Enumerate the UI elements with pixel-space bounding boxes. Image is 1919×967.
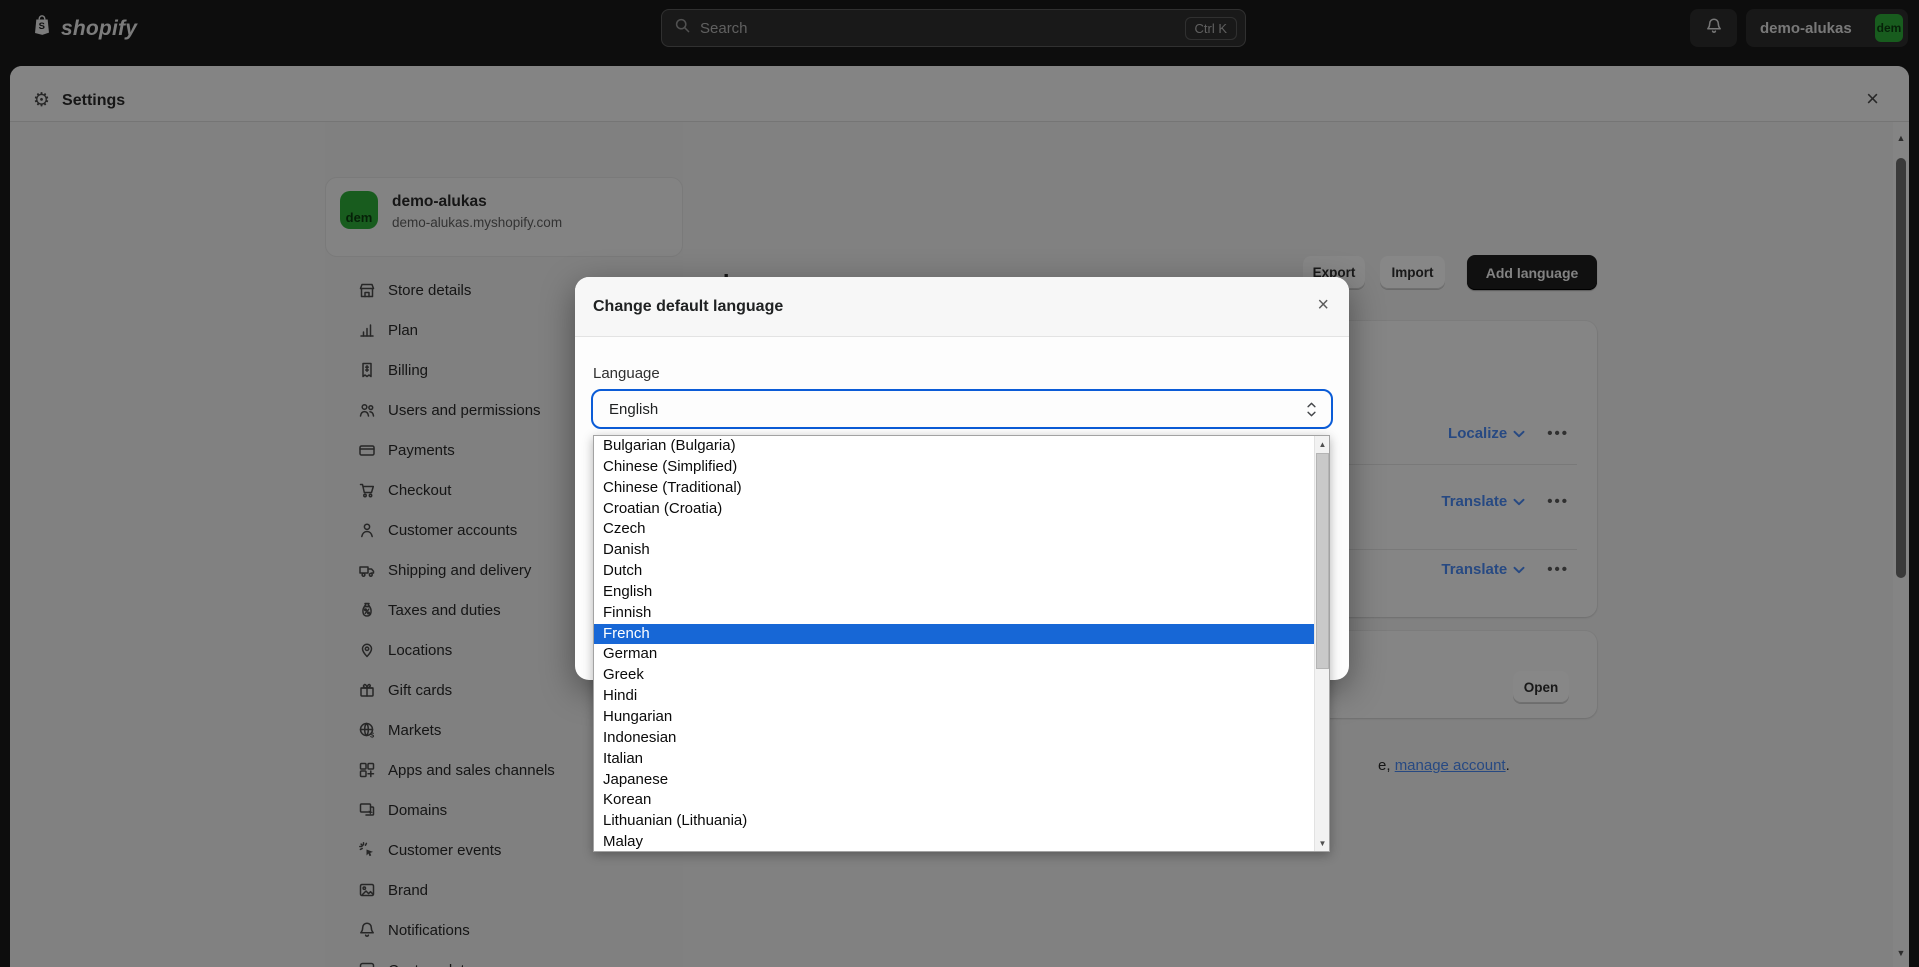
select-updown-icon <box>1306 402 1317 417</box>
language-option[interactable]: Dutch <box>594 561 1314 582</box>
language-option[interactable]: Czech <box>594 519 1314 540</box>
language-option[interactable]: Danish <box>594 540 1314 561</box>
language-option[interactable]: Japanese <box>594 770 1314 791</box>
language-listbox: Bulgarian (Bulgaria)Chinese (Simplified)… <box>593 435 1330 852</box>
listbox-scroll-down-icon[interactable]: ▼ <box>1315 835 1330 851</box>
language-option[interactable]: Croatian (Croatia) <box>594 499 1314 520</box>
listbox-scroll-up-icon[interactable]: ▲ <box>1315 436 1330 452</box>
language-option[interactable]: Indonesian <box>594 728 1314 749</box>
language-option[interactable]: Bulgarian (Bulgaria) <box>594 436 1314 457</box>
language-option[interactable]: French <box>594 624 1314 645</box>
language-select-value: English <box>609 401 658 418</box>
language-field-label: Language <box>593 365 660 382</box>
language-option[interactable]: Hungarian <box>594 707 1314 728</box>
language-option[interactable]: Greek <box>594 665 1314 686</box>
language-option[interactable]: Malay <box>594 832 1314 851</box>
language-option[interactable]: English <box>594 582 1314 603</box>
modal-header: Change default language <box>575 277 1349 337</box>
language-option[interactable]: Chinese (Traditional) <box>594 478 1314 499</box>
modal-title: Change default language <box>593 298 783 316</box>
language-option[interactable]: Finnish <box>594 603 1314 624</box>
language-option[interactable]: Chinese (Simplified) <box>594 457 1314 478</box>
language-option[interactable]: Italian <box>594 749 1314 770</box>
listbox-scrollbar[interactable]: ▲ ▼ <box>1314 436 1329 851</box>
language-option[interactable]: Lithuanian (Lithuania) <box>594 811 1314 832</box>
language-select[interactable]: English <box>591 389 1333 429</box>
language-option[interactable]: Hindi <box>594 686 1314 707</box>
screen: S shopify Search Ctrl K <box>0 0 1919 967</box>
language-option[interactable]: Korean <box>594 790 1314 811</box>
language-option[interactable]: German <box>594 644 1314 665</box>
modal-close-icon[interactable]: × <box>1317 295 1329 315</box>
listbox-scrollbar-thumb[interactable] <box>1316 453 1329 669</box>
language-listbox-options: Bulgarian (Bulgaria)Chinese (Simplified)… <box>594 436 1314 851</box>
